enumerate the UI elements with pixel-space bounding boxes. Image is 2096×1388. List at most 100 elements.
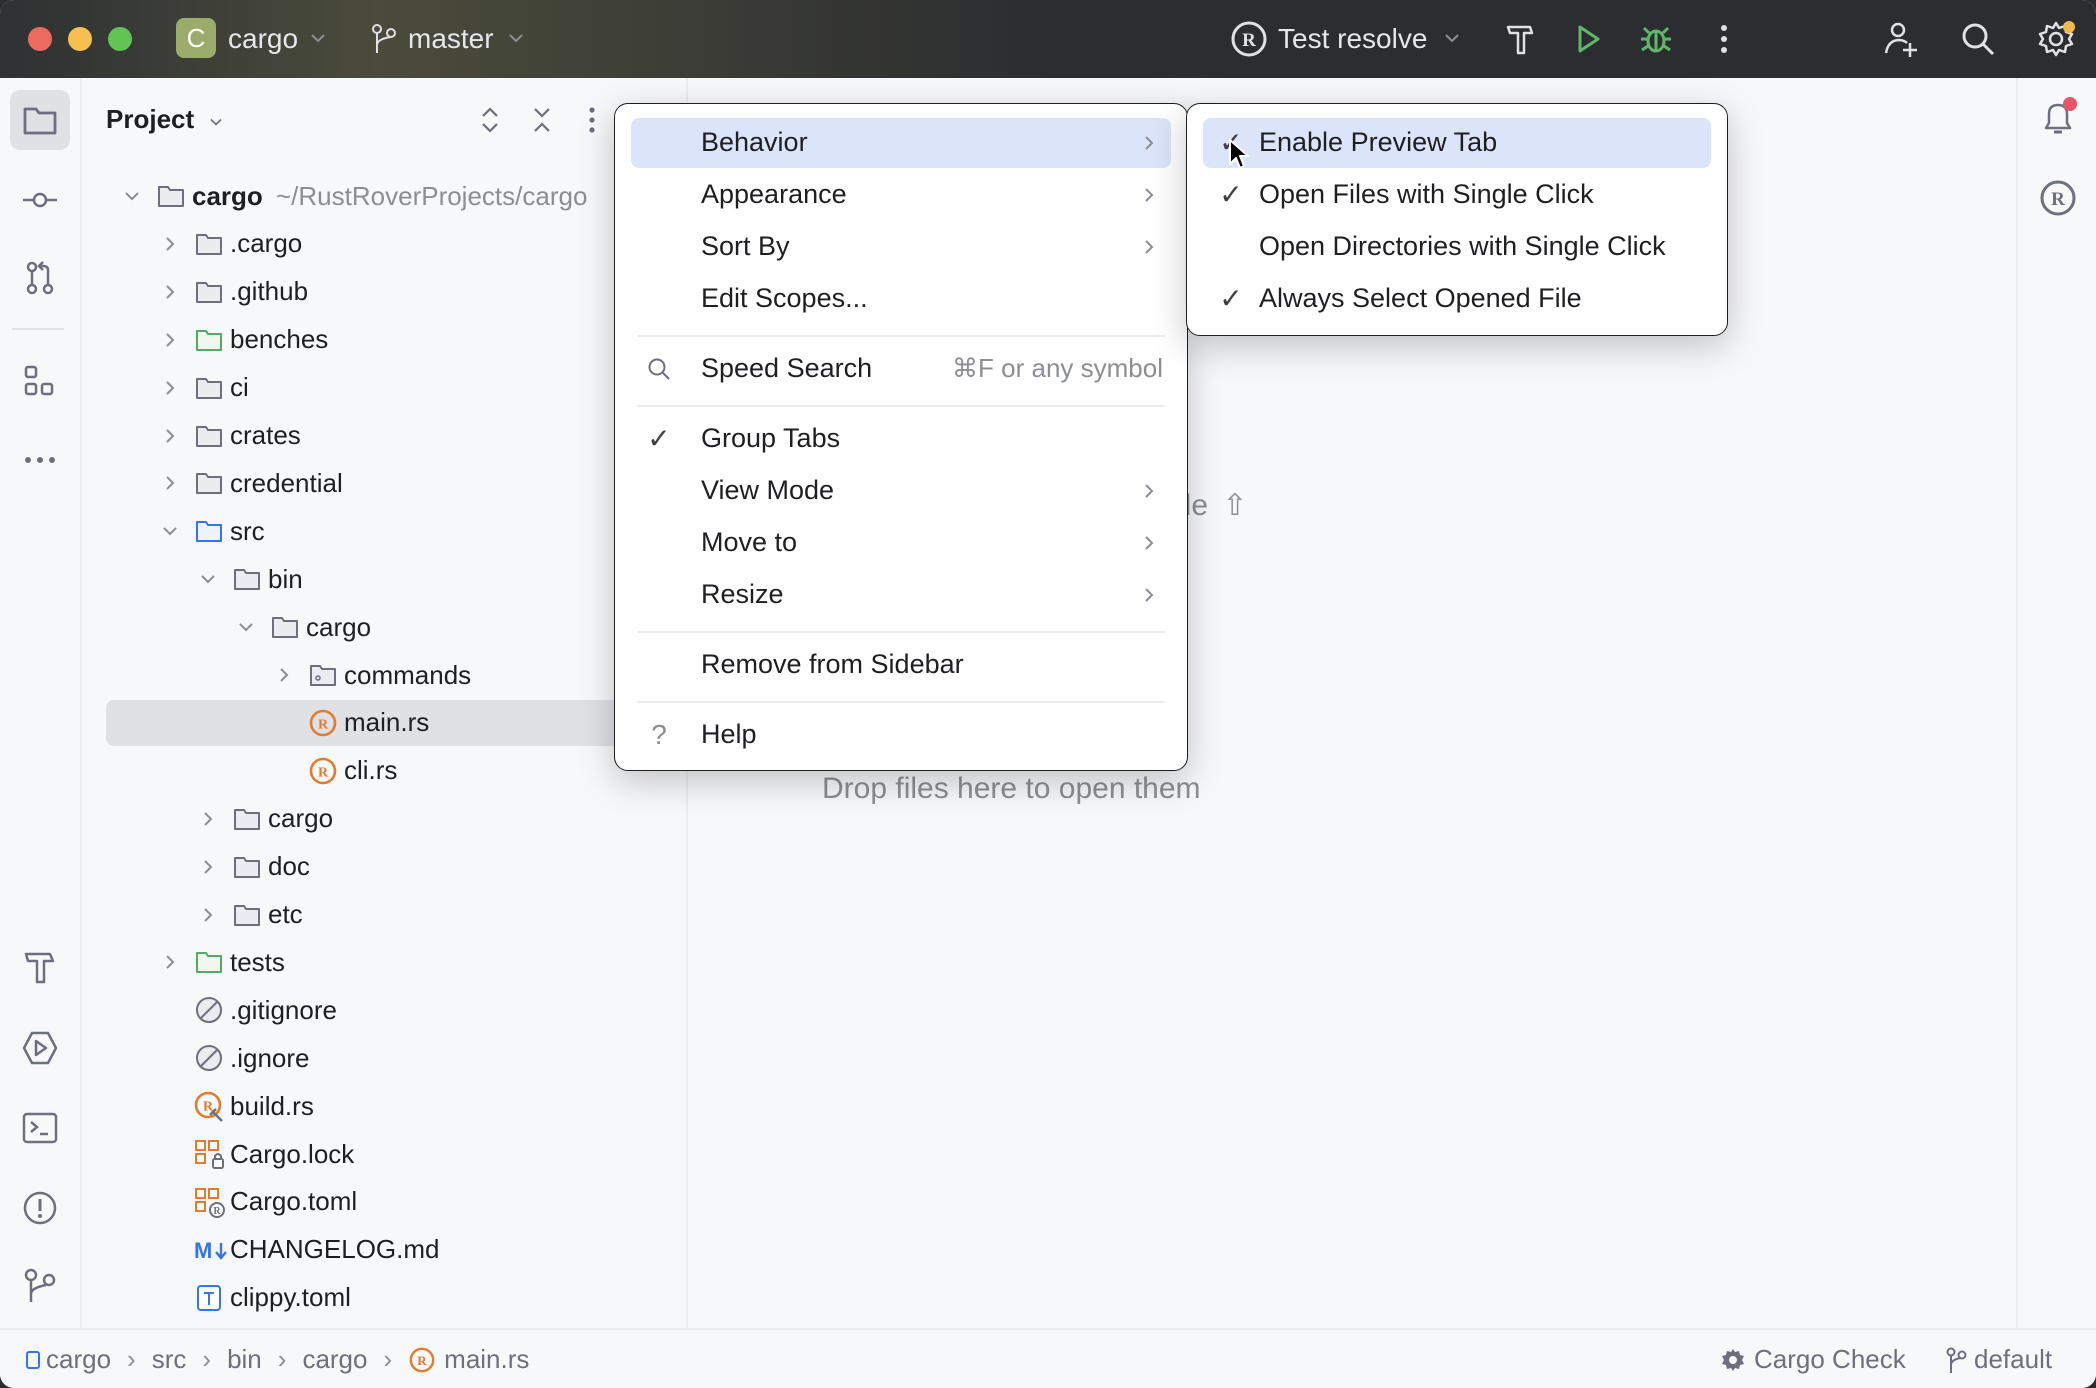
chevron-right-icon[interactable] [272,663,296,687]
debug-icon[interactable] [1636,19,1676,59]
settings-gear-icon[interactable] [2036,19,2076,59]
menu-item-appearance[interactable]: Appearance [631,170,1171,220]
tree-node[interactable]: .ignore [106,1035,706,1081]
expand-all-icon[interactable] [472,102,508,138]
tree-node[interactable]: cargo [106,796,706,842]
submenu-arrow-icon [1137,479,1161,503]
chevron-right-icon[interactable] [158,950,182,974]
project-panel-title[interactable]: Project [106,104,194,135]
tree-node[interactable]: tests [106,939,706,985]
right-tool-strip: R [2016,78,2096,1328]
git-branch-icon[interactable] [10,1256,70,1316]
chevron-down-icon[interactable] [158,519,182,543]
menu-item-speed-search[interactable]: Speed Search ⌘F or any symbol [631,344,1171,394]
tree-node[interactable]: R Cargo.toml [106,1179,706,1225]
tree-node-label: Cargo.toml [230,1186,358,1217]
menu-item-open-directories-with-single-click[interactable]: Open Directories with Single Click [1203,222,1711,272]
menu-item-enable-preview-tab[interactable]: ✓Enable Preview Tab [1203,118,1711,168]
chevron-right-icon[interactable] [158,328,182,352]
breadcrumb-item[interactable]: main.rs [444,1344,529,1375]
rust-plugin-icon[interactable]: R [2036,176,2080,220]
toml-file-icon [194,1283,224,1313]
run-configuration-selector[interactable]: Test resolve [1278,20,1427,58]
breadcrumb-item[interactable]: bin [227,1344,262,1375]
cargo-check-widget[interactable]: Cargo Check [1720,1344,1906,1375]
project-folder-icon[interactable] [10,90,70,150]
minimize-window-button[interactable] [68,27,92,51]
module-folder-icon [308,660,338,690]
chevron-right-icon[interactable] [196,903,220,927]
menu-item-group-tabs[interactable]: ✓ Group Tabs [631,414,1171,464]
breadcrumb-separator-icon: › [127,1344,136,1374]
project-name-selector[interactable]: cargo [228,20,298,58]
more-vertical-icon[interactable] [1704,19,1744,59]
chevron-down-icon[interactable] [1440,26,1464,50]
chevron-right-icon[interactable] [158,280,182,304]
breadcrumb-item[interactable]: cargo [302,1344,367,1375]
branch-icon[interactable] [364,19,404,59]
menu-item-edit-scopes[interactable]: Edit Scopes... [631,274,1171,324]
chevron-right-icon[interactable] [196,807,220,831]
more-horizontal-icon[interactable] [10,430,70,490]
breadcrumb-item[interactable]: src [152,1344,187,1375]
commit-icon[interactable] [10,170,70,230]
chevron-right-icon[interactable] [196,855,220,879]
menu-item-always-select-opened-file[interactable]: ✓ Always Select Opened File [1203,274,1711,324]
menu-item-open-files-with-single-click[interactable]: ✓ Open Files with Single Click [1203,170,1711,220]
problems-icon[interactable] [10,1178,70,1238]
menu-item-view-mode[interactable]: View Mode [631,466,1171,516]
breadcrumb-item[interactable]: cargo [46,1344,111,1375]
close-window-button[interactable] [28,27,52,51]
chevron-down-icon[interactable] [120,184,144,208]
source-folder-icon [194,516,224,546]
tree-node[interactable]: doc [106,844,706,890]
menu-item-behavior[interactable]: Behavior [631,118,1171,168]
branch-selector[interactable]: master [408,20,494,58]
chevron-down-icon[interactable] [504,26,528,50]
options-menu-icon[interactable] [574,102,610,138]
search-icon[interactable] [1958,19,1998,59]
build-hammer-icon[interactable] [1500,19,1540,59]
add-user-icon[interactable] [1880,19,1920,59]
menu-item-sort-by[interactable]: Sort By [631,222,1171,272]
svg-text:M: M [194,1238,212,1263]
services-run-icon[interactable] [10,1018,70,1078]
mouse-cursor-icon [1228,138,1252,172]
menu-item-move-to[interactable]: Move to [631,518,1171,568]
run-icon[interactable] [1568,19,1608,59]
menu-separator [637,335,1165,337]
tree-node[interactable]: .gitignore [106,987,706,1033]
ide-window: C cargo master R Test resolve Project ca… [0,0,2096,1388]
maximize-window-button[interactable] [108,27,132,51]
chevron-right-icon[interactable] [158,471,182,495]
menu-item-label: Remove from Sidebar [701,649,964,679]
chevron-down-icon[interactable] [196,567,220,591]
menu-item-help[interactable]: ? Help [631,710,1171,760]
tree-node-label: cargo [192,180,263,211]
project-badge[interactable]: C [176,18,216,58]
tree-node[interactable]: M CHANGELOG.md [106,1227,706,1273]
chevron-right-icon[interactable] [158,424,182,448]
collapse-all-icon[interactable] [524,102,560,138]
chevron-right-icon[interactable] [158,376,182,400]
breadcrumb-separator-icon: › [383,1344,393,1374]
notifications-bell-icon[interactable] [2036,96,2080,140]
tree-node[interactable]: clippy.toml [106,1275,706,1321]
branch-widget[interactable]: default [1944,1344,2052,1375]
chevron-down-icon[interactable] [206,112,226,132]
menu-item-label: Edit Scopes... [701,283,868,313]
tree-node[interactable]: etc [106,892,706,938]
menu-item-remove-from-sidebar[interactable]: Remove from Sidebar [631,640,1171,690]
tree-node[interactable]: Cargo.lock [106,1131,706,1177]
pull-requests-icon[interactable] [10,248,70,308]
chevron-down-icon[interactable] [306,26,330,50]
menu-item-resize[interactable]: Resize [631,570,1171,620]
tree-node[interactable]: Rbuild.rs [106,1083,706,1129]
chevron-down-icon[interactable] [234,615,258,639]
chevron-right-icon[interactable] [158,232,182,256]
build-hammer-icon[interactable] [10,938,70,998]
structure-icon[interactable] [10,352,70,412]
folder-icon [232,852,262,882]
terminal-icon[interactable] [10,1098,70,1158]
folder-icon [232,564,262,594]
